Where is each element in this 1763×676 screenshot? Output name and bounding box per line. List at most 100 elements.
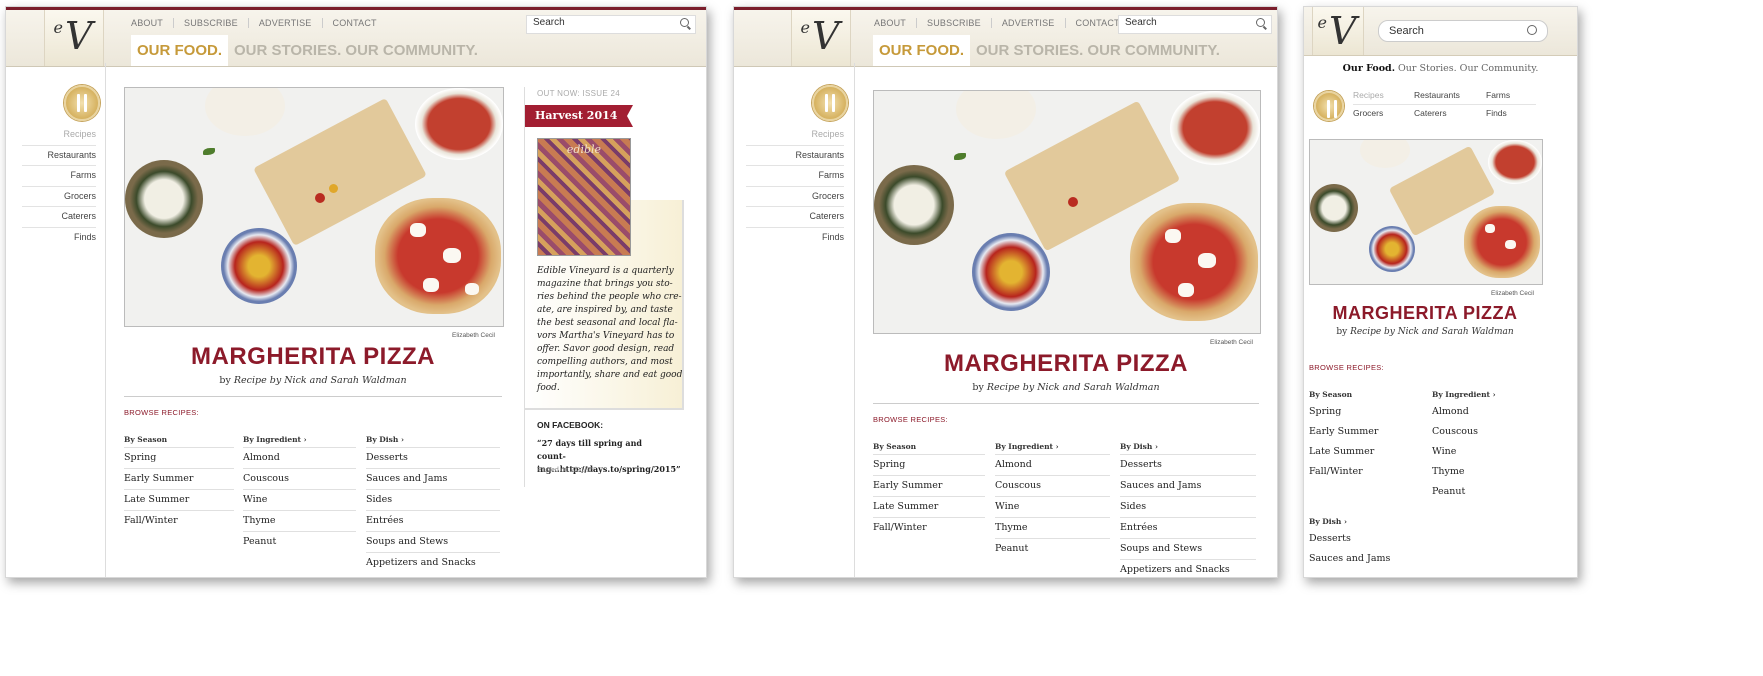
sidebar-item-recipes[interactable]: Recipes [22,125,96,146]
category-list: Recipes Restaurants Farms Grocers Catere… [746,125,844,247]
dish-item[interactable]: Desserts [1120,455,1256,476]
season-header[interactable]: By Season [1309,388,1419,402]
dish-item[interactable]: Soups and Stews [366,532,500,553]
browse-by-ingredient: By Ingredient › Almond Couscous Wine Thy… [995,440,1110,559]
ingredient-item[interactable]: Couscous [1432,422,1542,442]
dish-item[interactable]: Sides [1120,497,1256,518]
ingredient-item[interactable]: Peanut [995,539,1110,559]
nav-contact[interactable]: CONTACT [323,18,387,28]
season-item[interactable]: Spring [873,455,985,476]
nav-subscribe[interactable]: SUBSCRIBE [174,18,249,28]
sidebar-item-caterers[interactable]: Caterers [22,207,96,228]
nav-subscribe[interactable]: SUBSCRIBE [917,18,992,28]
ingredient-item[interactable]: Peanut [243,532,356,552]
season-header[interactable]: By Season [873,440,985,455]
ingredient-item[interactable]: Wine [995,497,1110,518]
ingredient-header[interactable]: By Ingredient › [995,440,1110,455]
season-header[interactable]: By Season [124,433,234,448]
cheese-2 [1505,240,1516,249]
greens-bowl [874,165,954,245]
sidebar-item-finds[interactable]: Finds [746,228,844,248]
tag-our-stories[interactable]: OUR STORIES. OUR COMMUNITY. [228,42,484,59]
ingredient-item[interactable]: Almond [995,455,1110,476]
season-item[interactable]: Fall/Winter [1309,462,1419,482]
issue-banner[interactable]: Harvest 2014 [525,105,634,127]
ingredient-item[interactable]: Couscous [995,476,1110,497]
sidebar-item-farms[interactable]: Farms [1486,87,1536,105]
dish-item[interactable]: Entrées [366,511,500,532]
dish-item[interactable]: Soups and Stews [1120,539,1256,560]
search-icon[interactable] [1256,18,1265,27]
tag-our-stories[interactable]: OUR STORIES. OUR COMMUNITY. [970,42,1226,59]
dish-header[interactable]: By Dish › [1120,440,1256,455]
search-icon[interactable] [680,18,689,27]
sidebar-item-finds[interactable]: Finds [22,228,96,248]
ingredient-item[interactable]: Peanut [1432,482,1542,502]
ingredient-item[interactable]: Almond [1432,402,1542,422]
sidebar-item-farms[interactable]: Farms [22,166,96,187]
dish-header[interactable]: By Dish › [366,433,500,448]
ingredient-header[interactable]: By Ingredient › [1432,388,1542,402]
tag-our-food[interactable]: OUR FOOD. [131,35,228,66]
ingredient-item[interactable]: Thyme [995,518,1110,539]
pizza [1130,203,1258,321]
season-item[interactable]: Late Summer [873,497,985,518]
cherry-tomato [1068,197,1078,207]
ingredient-item[interactable]: Wine [1432,442,1542,462]
nav-about[interactable]: ABOUT [864,18,918,28]
ingredient-item[interactable]: Thyme [243,511,356,532]
magazine-cover[interactable]: edible [537,138,631,256]
season-item[interactable]: Late Summer [124,490,234,511]
sidebar-item-restaurants[interactable]: Restaurants [746,146,844,166]
season-item[interactable]: Spring [1309,402,1419,422]
season-item[interactable]: Late Summer [1309,442,1419,462]
photo-credit: Elizabeth Cecil [1491,290,1534,297]
dish-item[interactable]: Sauces and Jams [1309,549,1429,569]
ingredient-item[interactable]: Wine [243,490,356,511]
season-item[interactable]: Fall/Winter [873,518,985,538]
logo-mark: eV [53,14,93,58]
dish-item[interactable]: Appetizers and Snacks [366,553,500,573]
ingredient-item[interactable]: Thyme [1432,462,1542,482]
dish-item[interactable]: Entrées [1120,518,1256,539]
sidebar-item-recipes[interactable]: Recipes [746,125,844,146]
season-item[interactable]: Spring [124,448,234,469]
season-item[interactable]: Early Summer [1309,422,1419,442]
site-logo[interactable]: eV [791,10,851,66]
dish-item[interactable]: Sauces and Jams [1120,476,1256,497]
dish-item[interactable]: Desserts [366,448,500,469]
search-input[interactable]: Search [1118,15,1272,34]
site-logo[interactable]: eV [44,10,104,66]
dish-item[interactable]: Sauces and Jams [366,469,500,490]
mobile-header: eV Search [1304,7,1577,56]
nav-advertise[interactable]: ADVERTISE [249,18,323,28]
nav-about[interactable]: ABOUT [121,18,175,28]
tag-our-food[interactable]: OUR FOOD. [873,35,970,66]
dish-item[interactable]: Appetizers and Snacks [1120,560,1256,577]
search-icon[interactable] [1527,25,1537,35]
season-item[interactable]: Early Summer [124,469,234,490]
season-item[interactable]: Fall/Winter [124,511,234,531]
tagline-rest[interactable]: Our Stories. Our Community. [1395,63,1538,74]
ingredient-item[interactable]: Almond [243,448,356,469]
sidebar-item-restaurants[interactable]: Restaurants [22,146,96,166]
nav-advertise[interactable]: ADVERTISE [992,18,1066,28]
search-input[interactable]: Search [526,15,696,34]
sidebar-item-caterers[interactable]: Caterers [746,207,844,228]
ingredient-header[interactable]: By Ingredient › [243,433,356,448]
sidebar-item-caterers[interactable]: Caterers [1414,105,1486,122]
sidebar-item-restaurants[interactable]: Restaurants [1414,87,1486,105]
sidebar-item-grocers[interactable]: Grocers [746,187,844,207]
search-input[interactable]: Search [1378,20,1548,42]
dish-header[interactable]: By Dish › [1309,515,1429,529]
sidebar-item-grocers[interactable]: Grocers [22,187,96,207]
dish-item[interactable]: Desserts [1309,529,1429,549]
season-item[interactable]: Early Summer [873,476,985,497]
recipe-title: MARGHERITA PIZZA [1332,303,1518,323]
site-logo[interactable]: eV [1312,7,1364,55]
dish-item[interactable]: Sides [366,490,500,511]
sidebar-item-finds[interactable]: Finds [1486,105,1536,122]
ingredient-item[interactable]: Couscous [243,469,356,490]
tagline-bold[interactable]: Our Food. [1343,63,1395,74]
sidebar-item-farms[interactable]: Farms [746,166,844,187]
